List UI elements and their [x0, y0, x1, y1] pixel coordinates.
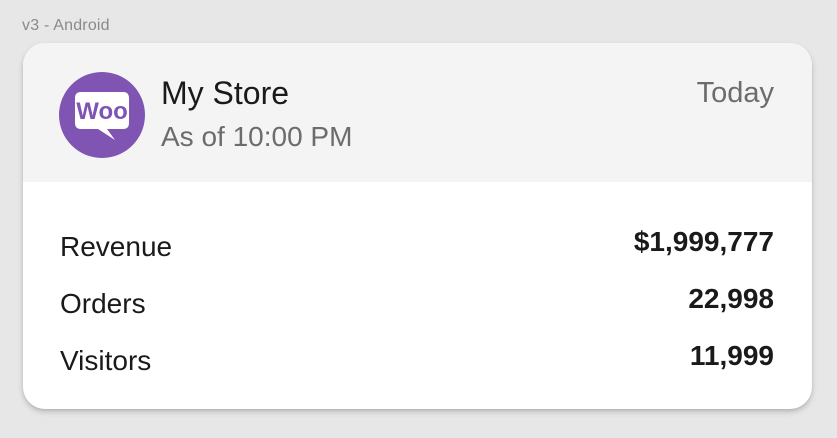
stat-label: Visitors	[60, 345, 152, 376]
svg-text:Woo: Woo	[76, 98, 128, 125]
store-stats-widget[interactable]: Woo My Store As of 10:00 PM Today Revenu…	[23, 43, 812, 409]
stat-value: 22,998	[688, 283, 774, 314]
stat-row-visitors: Visitors 11,999	[60, 340, 774, 381]
stat-row-orders: Orders 22,998	[60, 283, 774, 324]
stats-list: Revenue $1,999,777 Orders 22,998 Visitor…	[23, 182, 812, 409]
stat-label: Revenue	[60, 231, 173, 262]
widget-header: Woo My Store As of 10:00 PM Today	[23, 43, 812, 182]
frame-label: v3 - Android	[22, 17, 110, 34]
last-updated-time: As of 10:00 PM	[161, 121, 353, 152]
woocommerce-logo-icon: Woo	[59, 72, 145, 158]
stat-label: Orders	[60, 288, 146, 319]
store-name: My Store	[161, 75, 290, 111]
stat-row-revenue: Revenue $1,999,777	[60, 226, 774, 267]
stat-value: 11,999	[689, 340, 774, 371]
period-label: Today	[696, 77, 774, 109]
stat-value: $1,999,777	[633, 226, 774, 257]
